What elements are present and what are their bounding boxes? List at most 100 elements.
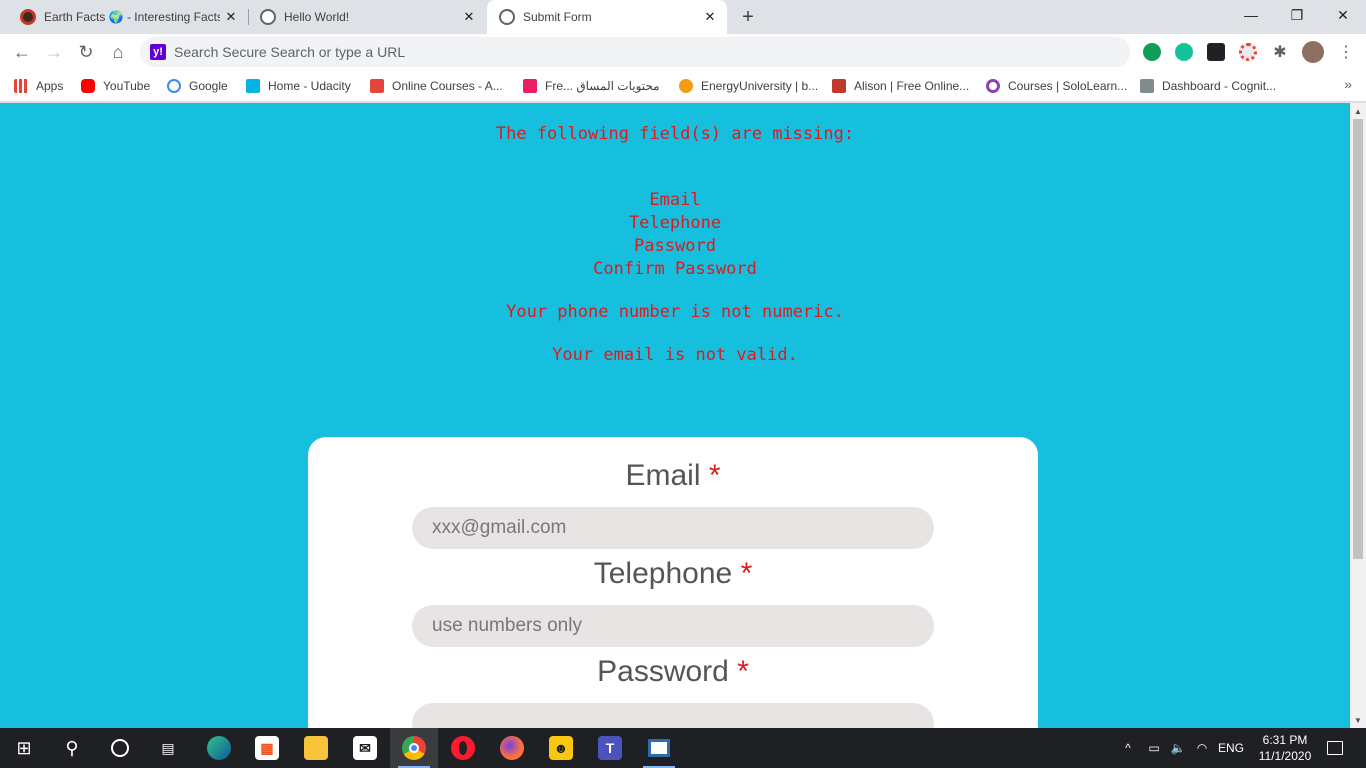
wifi-icon[interactable]: ◠ (1190, 741, 1214, 755)
new-tab-button[interactable]: + (734, 4, 762, 30)
alison-icon (832, 79, 846, 93)
taskbar-clock[interactable]: 6:31 PM 11/1/2020 (1250, 732, 1320, 764)
tab-earth-facts[interactable]: Earth Facts 🌍 - Interesting Facts ✕ (8, 0, 248, 34)
bookmark-online-courses[interactable]: Online Courses - A... (370, 76, 503, 96)
mail-icon[interactable]: ✉ (341, 728, 389, 768)
password-field[interactable] (412, 703, 934, 728)
bookmark-edraak[interactable]: Fre... محتويات المساق (523, 76, 660, 96)
close-tab-icon[interactable]: ✕ (699, 6, 721, 28)
required-asterisk: * (737, 655, 749, 688)
forward-arrow-icon[interactable]: → (40, 38, 68, 66)
bookmark-label: Apps (36, 79, 64, 93)
email-label: Email * (308, 459, 1038, 493)
required-asterisk: * (740, 557, 753, 590)
telephone-label: Telephone * (308, 557, 1038, 591)
bookmark-udacity[interactable]: Home - Udacity (246, 76, 351, 96)
notification-bubble-icon (1327, 741, 1343, 755)
window-icon[interactable] (635, 728, 683, 768)
udacity-icon (246, 79, 260, 93)
task-view-glyph-icon: ▤ (161, 739, 175, 756)
reload-icon[interactable]: ↻ (72, 38, 100, 66)
back-arrow-icon[interactable]: ← (8, 38, 36, 66)
bookmark-energy-university[interactable]: EnergyUniversity | b... (679, 76, 818, 96)
bookmark-label: Home - Udacity (268, 79, 351, 93)
tray-chevron-up-icon[interactable]: ^ (1120, 741, 1136, 755)
email-label-text: Email (625, 459, 701, 492)
address-bar[interactable]: y! (140, 37, 1130, 67)
bookmark-alison[interactable]: Alison | Free Online... (832, 76, 969, 96)
scroll-up-icon[interactable]: ▲ (1350, 103, 1366, 119)
missing-field-confirm-password: Confirm Password (593, 259, 757, 279)
extensions-puzzle-icon[interactable]: ✱ (1266, 38, 1294, 66)
password-label-text: Password (597, 655, 729, 688)
earth-favicon-icon (20, 9, 36, 25)
volume-icon[interactable]: 🔈 (1166, 741, 1190, 755)
maximize-button[interactable]: ❐ (1274, 0, 1320, 30)
profile-avatar[interactable] (1302, 41, 1324, 63)
task-view-icon[interactable]: ▤ (144, 728, 192, 768)
app-icon[interactable]: ☻ (537, 728, 585, 768)
bookmark-dashboard[interactable]: Dashboard - Cognit... (1140, 76, 1276, 96)
bookmark-label: YouTube (103, 79, 151, 93)
bookmark-apps[interactable]: Apps (14, 76, 63, 96)
tab-hello-world[interactable]: Hello World! ✕ (248, 0, 486, 34)
chrome-center-icon (409, 743, 419, 753)
cognitive-icon (1140, 79, 1154, 93)
window-app-icon (648, 739, 670, 757)
edraak-icon (523, 79, 537, 93)
folder-icon (304, 736, 328, 760)
bookmark-label: Fre... محتويات المساق (545, 79, 660, 93)
bookmark-google[interactable]: Google (167, 76, 228, 96)
close-tab-icon[interactable]: ✕ (458, 6, 480, 28)
extension-chat-icon[interactable] (1143, 43, 1161, 61)
opera-icon[interactable] (439, 728, 487, 768)
bookmark-label: Online Courses - A... (392, 79, 503, 93)
telephone-field[interactable] (412, 605, 934, 647)
apps-grid-icon (14, 79, 28, 93)
system-tray: ^ ▭ 🔈 ◠ ENG (1120, 728, 1248, 768)
extension-color-icon[interactable] (1239, 43, 1257, 61)
phone-error-message: Your phone number is not numeric. (506, 302, 844, 322)
grammarly-icon[interactable] (1175, 43, 1193, 61)
file-explorer-icon[interactable] (292, 728, 340, 768)
bookmarks-overflow-icon[interactable]: » (1344, 76, 1352, 92)
tab-title: Hello World! (284, 10, 350, 24)
page-content: The following field(s) are missing: Emai… (0, 103, 1350, 728)
youtube-icon (81, 79, 95, 93)
tab-submit-form[interactable]: Submit Form ✕ (487, 0, 727, 34)
scroll-thumb[interactable] (1353, 119, 1363, 559)
chrome-icon[interactable] (390, 728, 438, 768)
page-scrollbar[interactable]: ▲ ▼ (1350, 103, 1366, 728)
email-field[interactable] (412, 507, 934, 549)
energy-icon (679, 79, 693, 93)
address-input[interactable] (174, 44, 1074, 60)
notifications-icon[interactable] (1320, 728, 1350, 768)
minimize-button[interactable]: — (1228, 0, 1274, 30)
battery-icon[interactable]: ▭ (1142, 741, 1166, 755)
bookmark-label: Courses | SoloLearn... (1008, 79, 1128, 93)
edge-icon[interactable] (195, 728, 243, 768)
windows-start-icon[interactable]: ⊞ (0, 728, 48, 768)
bookmark-sololearn[interactable]: Courses | SoloLearn... (986, 76, 1127, 96)
globe-favicon-icon (499, 9, 515, 25)
teams-icon[interactable]: T (586, 728, 634, 768)
firefox-icon[interactable] (488, 728, 536, 768)
missing-field-email: Email (649, 190, 701, 210)
yahoo-search-icon: y! (150, 44, 166, 60)
scroll-down-icon[interactable]: ▼ (1350, 712, 1366, 728)
close-tab-icon[interactable]: ✕ (220, 6, 242, 28)
envelope-icon: ✉ (353, 736, 377, 760)
search-icon[interactable]: ⚲ (48, 728, 96, 768)
cortana-icon[interactable] (96, 728, 144, 768)
extension-icon[interactable] (1207, 43, 1225, 61)
tab-title: Earth Facts 🌍 - Interesting Facts (44, 10, 220, 24)
close-window-button[interactable]: ✕ (1320, 0, 1366, 30)
language-indicator[interactable]: ENG (1214, 741, 1248, 755)
store-icon[interactable]: ▦ (243, 728, 291, 768)
telephone-label-text: Telephone (593, 557, 733, 590)
menu-kebab-icon[interactable]: ⋮ (1332, 38, 1360, 66)
bookmark-label: Dashboard - Cognit... (1162, 79, 1277, 93)
clock-time: 6:31 PM (1262, 733, 1308, 747)
bookmark-youtube[interactable]: YouTube (81, 76, 150, 96)
home-icon[interactable]: ⌂ (104, 38, 132, 66)
